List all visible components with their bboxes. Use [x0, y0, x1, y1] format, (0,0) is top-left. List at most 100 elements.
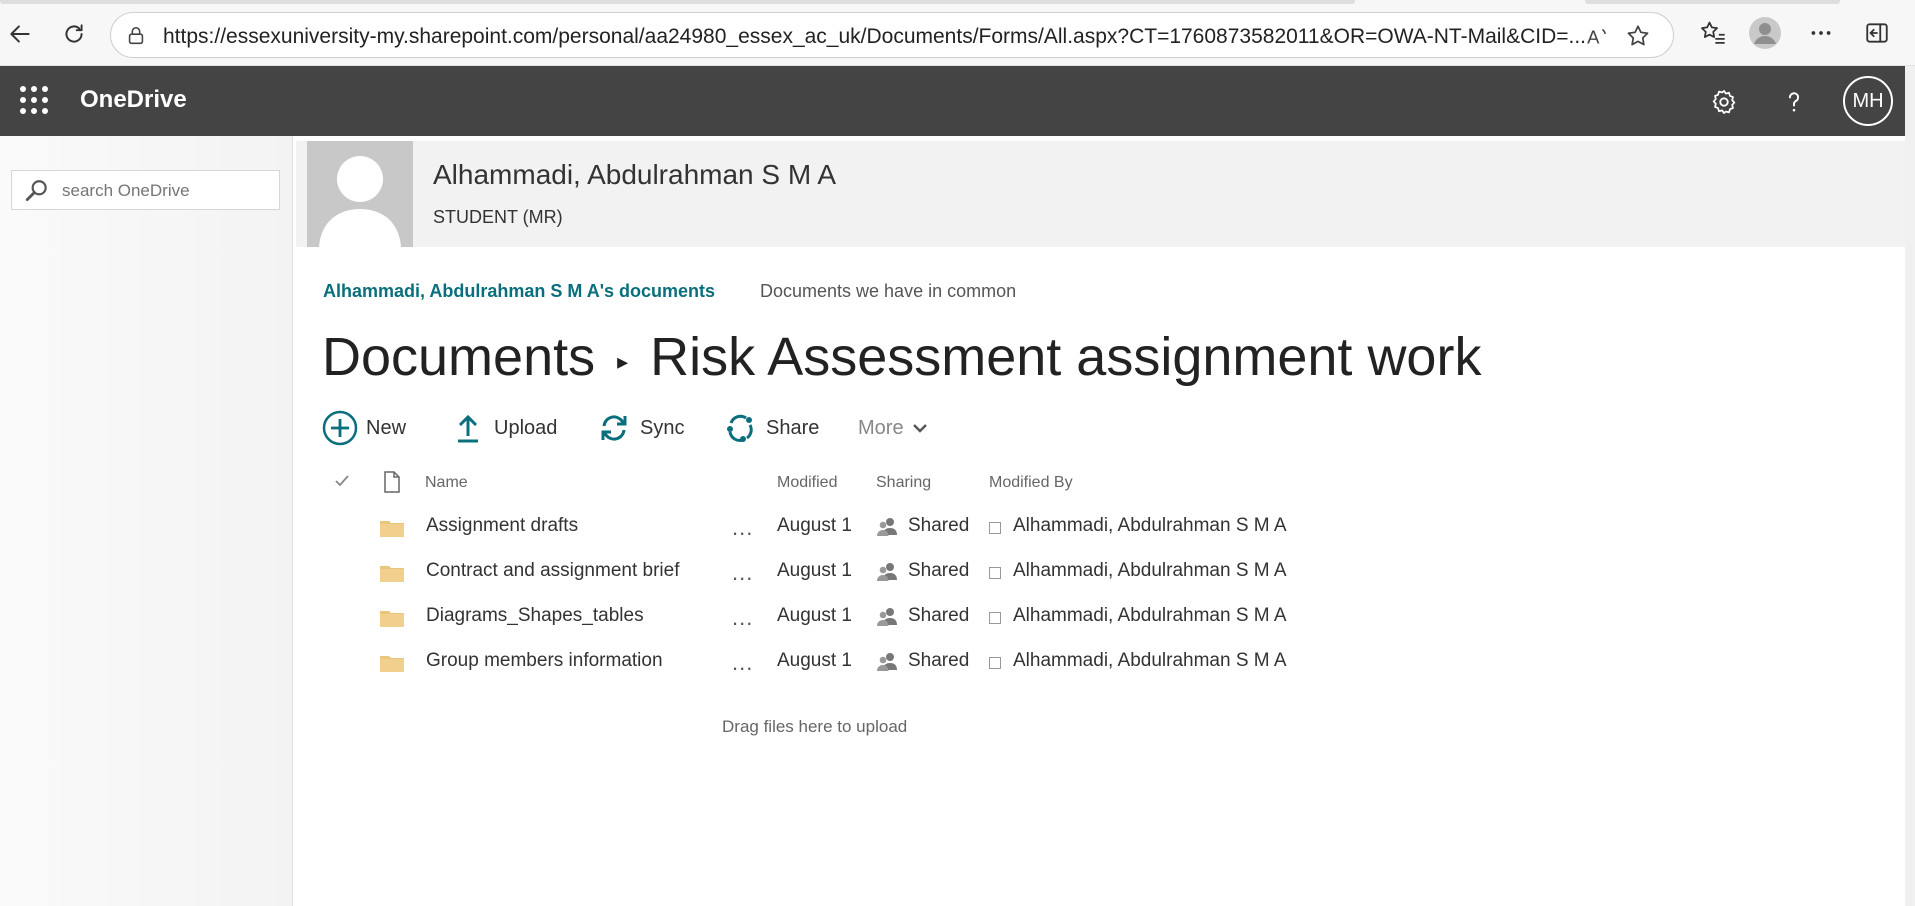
folder-name-link[interactable]: Diagrams_Shapes_tables — [426, 605, 644, 627]
file-type-icon — [383, 471, 401, 498]
folder-icon — [380, 611, 404, 627]
drag-drop-hint: Drag files here to upload — [722, 717, 908, 736]
tab-strip-segment — [1585, 0, 1840, 4]
modified-by-name[interactable]: Alhammadi, Abdulrahman S M A — [1013, 605, 1287, 627]
app-launcher-icon[interactable] — [20, 86, 48, 114]
left-nav — [0, 136, 293, 906]
suite-bar: OneDrive MH — [0, 66, 1905, 136]
column-header-modified[interactable]: Modified — [777, 474, 837, 492]
app-name[interactable]: OneDrive — [80, 86, 187, 114]
help-icon — [1788, 92, 1800, 112]
presence-indicator — [989, 612, 1001, 624]
modified-date: August 1 — [777, 515, 852, 536]
browser-more-button[interactable] — [1802, 14, 1840, 52]
sync-button[interactable]: Sync — [596, 408, 684, 448]
url-text[interactable]: https://essexuniversity-my.sharepoint.co… — [163, 25, 1663, 49]
sharing-status[interactable]: Shared — [908, 515, 969, 537]
modified-by-name[interactable]: Alhammadi, Abdulrahman S M A — [1013, 560, 1287, 582]
table-row[interactable]: Group members information... August 1 Shar… — [296, 640, 1396, 684]
profile-name[interactable]: Alhammadi, Abdulrahman S M A — [433, 159, 836, 191]
sharing-status[interactable]: Shared — [908, 560, 969, 582]
profile-title: STUDENT (MR) — [433, 207, 563, 227]
new-button[interactable]: New — [322, 408, 406, 448]
modified-by-name[interactable]: Alhammadi, Abdulrahman S M A — [1013, 650, 1287, 672]
presence-indicator — [989, 567, 1001, 579]
read-aloud-icon[interactable]: A — [1585, 23, 1611, 49]
folder-icon — [380, 521, 404, 537]
column-header-modified-by[interactable]: Modified By — [989, 474, 1073, 492]
people-icon — [877, 653, 897, 671]
folder-icon — [380, 566, 404, 582]
modified-date: August 1 — [777, 605, 852, 626]
people-icon — [877, 518, 897, 536]
browser-toolbar: https://essexuniversity-my.sharepoint.co… — [0, 0, 1915, 66]
chevron-down-icon — [912, 422, 928, 434]
account-avatar[interactable]: MH — [1843, 76, 1893, 126]
share-button[interactable]: Share — [722, 408, 819, 448]
modified-date: August 1 — [777, 650, 852, 671]
presence-indicator — [989, 657, 1001, 669]
tab-strip-segment — [0, 0, 1355, 4]
new-label: New — [366, 416, 407, 439]
refresh-button[interactable] — [56, 16, 92, 52]
share-icon — [722, 410, 758, 446]
sidebar-toggle-button[interactable] — [1858, 14, 1896, 52]
more-icon — [1811, 31, 1831, 35]
more-actions-icon[interactable]: ... — [732, 650, 753, 676]
search-input[interactable] — [62, 179, 272, 203]
sidebar-icon — [1866, 23, 1888, 43]
pivot-my-documents[interactable]: Alhammadi, Abdulrahman S M A's documents — [323, 281, 715, 302]
more-actions-icon[interactable]: ... — [732, 605, 753, 631]
modified-date: August 1 — [777, 560, 852, 581]
table-row[interactable]: Diagrams_Shapes_tables... August 1 Shared A… — [296, 595, 1396, 639]
share-label: Share — [766, 416, 820, 439]
column-header-name[interactable]: Name — [425, 474, 468, 492]
modified-by-name[interactable]: Alhammadi, Abdulrahman S M A — [1013, 515, 1287, 537]
table-row[interactable]: Contract and assignment brief... August 1… — [296, 550, 1396, 594]
search-box[interactable] — [11, 170, 280, 210]
table-row[interactable]: Assignment drafts... August 1 Shared Alhamm… — [296, 505, 1396, 549]
sync-icon — [596, 410, 632, 446]
column-header-sharing[interactable]: Sharing — [876, 474, 931, 492]
favorites-button[interactable] — [1694, 14, 1732, 52]
profile-button[interactable] — [1746, 14, 1784, 52]
more-label: More — [858, 416, 904, 439]
breadcrumb-current: Risk Assessment assignment work — [650, 327, 1482, 387]
search-icon — [25, 180, 47, 202]
lock-icon[interactable] — [125, 25, 147, 47]
gear-icon — [1712, 90, 1736, 114]
svg-text:A: A — [1587, 27, 1600, 48]
help-button[interactable] — [1774, 82, 1814, 122]
settings-button[interactable] — [1704, 82, 1744, 122]
folder-name-link[interactable]: Assignment drafts — [426, 515, 578, 537]
favorite-star-icon[interactable] — [1625, 23, 1651, 49]
upload-icon — [450, 410, 486, 446]
folder-icon — [380, 656, 404, 672]
back-icon — [10, 25, 30, 43]
tab-strip — [0, 0, 1915, 4]
more-actions-icon[interactable]: ... — [732, 515, 753, 541]
presence-indicator — [989, 522, 1001, 534]
upload-label: Upload — [494, 416, 558, 439]
breadcrumb: Documents ▸ Risk Assessment assignment w… — [322, 326, 1481, 388]
profile-icon — [1749, 17, 1781, 49]
people-icon — [877, 608, 897, 626]
address-bar[interactable]: https://essexuniversity-my.sharepoint.co… — [110, 12, 1674, 58]
upload-button[interactable]: Upload — [450, 408, 557, 448]
back-button[interactable] — [2, 16, 38, 52]
breadcrumb-separator-icon: ▸ — [617, 349, 629, 374]
profile-header: Alhammadi, Abdulrahman S M A STUDENT (MR… — [296, 141, 1905, 247]
people-icon — [877, 563, 897, 581]
folder-name-link[interactable]: Group members information — [426, 650, 663, 672]
pivot-documents-in-common[interactable]: Documents we have in common — [760, 281, 1016, 302]
sharing-status[interactable]: Shared — [908, 605, 969, 627]
scrollbar[interactable] — [1905, 66, 1915, 906]
sharing-status[interactable]: Shared — [908, 650, 969, 672]
more-actions-icon[interactable]: ... — [732, 560, 753, 586]
sync-label: Sync — [640, 416, 685, 439]
breadcrumb-root[interactable]: Documents — [322, 326, 595, 388]
folder-name-link[interactable]: Contract and assignment brief — [426, 560, 679, 582]
avatar — [307, 141, 413, 247]
more-button[interactable]: More — [858, 408, 928, 448]
select-all-check-icon[interactable] — [334, 474, 350, 493]
